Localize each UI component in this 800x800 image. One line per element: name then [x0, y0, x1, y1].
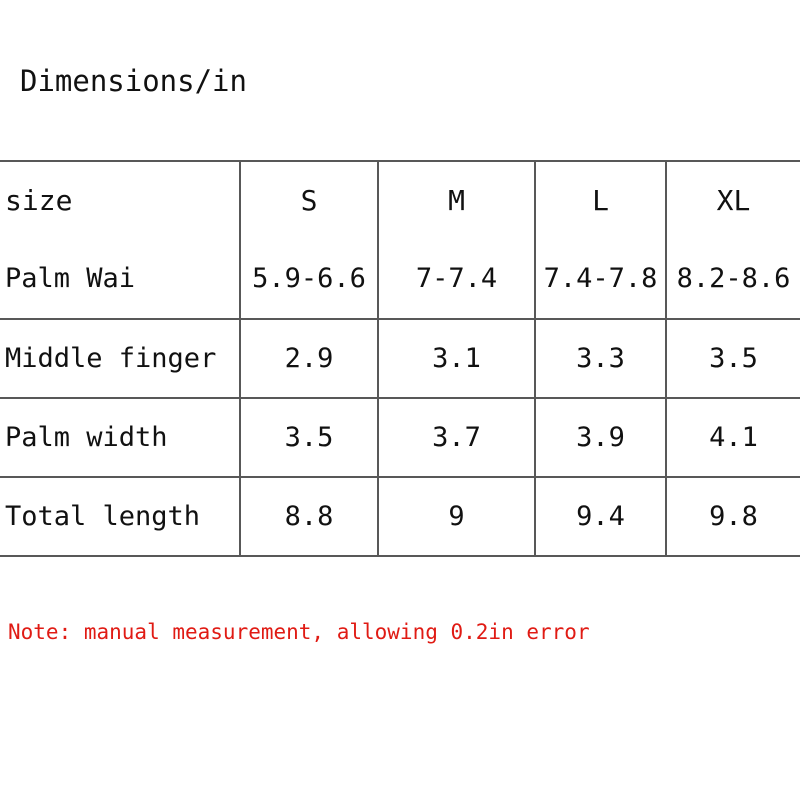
- measurement-note: Note: manual measurement, allowing 0.2in…: [8, 620, 590, 644]
- table-body: Palm Wai 5.9-6.6 7-7.4 7.4-7.8 8.2-8.6 M…: [0, 240, 800, 556]
- column-header-l: L: [535, 161, 667, 240]
- cell-palm-wai-m: 7-7.4: [378, 240, 536, 320]
- cell-palm-wai-l: 7.4-7.8: [535, 240, 667, 320]
- cell-palm-width-s: 3.5: [240, 398, 379, 478]
- page-title: Dimensions/in: [20, 64, 247, 98]
- cell-middle-finger-l: 3.3: [535, 319, 667, 399]
- row-label-palm-wai: Palm Wai: [0, 240, 241, 320]
- row-label-total-length: Total length: [0, 477, 241, 556]
- size-table-container: size S M L XL Palm Wai 5.9-6.6 7-7.4 7.4…: [0, 160, 800, 557]
- cell-palm-width-m: 3.7: [378, 398, 536, 478]
- cell-palm-width-l: 3.9: [535, 398, 667, 478]
- cell-total-length-l: 9.4: [535, 477, 667, 556]
- cell-middle-finger-m: 3.1: [378, 319, 536, 399]
- column-header-size: size: [0, 161, 241, 240]
- cell-total-length-xl: 9.8: [709, 500, 758, 532]
- table-row: Palm width 3.5 3.7 3.9 4.1: [0, 398, 800, 478]
- table-header-row: size S M L XL: [0, 161, 800, 240]
- column-header-s: S: [240, 161, 379, 240]
- column-header-m: M: [378, 161, 536, 240]
- cell-palm-wai-xl: 8.2-8.6: [666, 240, 800, 320]
- cell-middle-finger-xl: 3.5: [666, 319, 800, 399]
- cell-middle-finger-s: 2.9: [240, 319, 379, 399]
- table-row: Total length 8.8 9 9.4 9.8: [0, 477, 800, 556]
- size-chart-page: Dimensions/in size S M L XL Palm Wai 5.9…: [0, 0, 800, 800]
- cell-total-length-m: 9: [378, 477, 536, 556]
- cell-total-length-s: 8.8: [240, 477, 379, 556]
- table-row: Palm Wai 5.9-6.6 7-7.4 7.4-7.8 8.2-8.6: [0, 240, 800, 320]
- row-label-palm-width: Palm width: [0, 398, 241, 478]
- size-chart-table: size S M L XL Palm Wai 5.9-6.6 7-7.4 7.4…: [0, 160, 800, 557]
- row-label-middle-finger: Middle finger: [0, 319, 241, 399]
- table-row: Middle finger 2.9 3.1 3.3 3.5: [0, 319, 800, 399]
- cell-palm-width-xl: 4.1: [666, 398, 800, 478]
- column-header-xl: XL: [716, 184, 751, 217]
- table-header: size S M L XL: [0, 161, 800, 240]
- cell-palm-wai-s: 5.9-6.6: [240, 240, 379, 320]
